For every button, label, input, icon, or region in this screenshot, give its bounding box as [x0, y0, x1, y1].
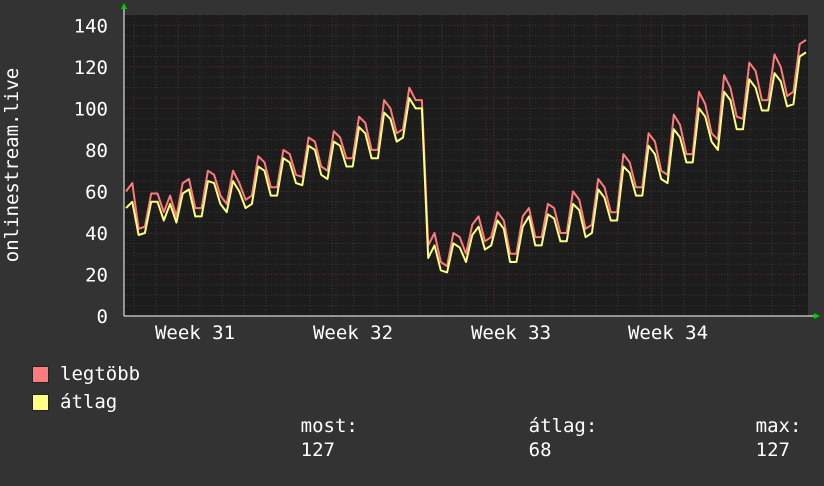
x-axis-arrow — [814, 313, 820, 319]
stat-current-value: 127 — [300, 439, 335, 461]
stat-current: most: 127 — [232, 390, 358, 486]
y-axis-arrow — [121, 3, 127, 9]
plot-area — [124, 15, 808, 316]
x-tick-label: Week 34 — [628, 322, 708, 344]
y-tick-label: 100 — [74, 98, 108, 120]
stat-average: átlag: 68 — [460, 390, 598, 486]
stat-average-value: 68 — [528, 439, 552, 461]
legend-label-max: legtöbb — [60, 363, 141, 385]
chart: 0 20 40 60 80 100 120 140 Week 31 Week 32 Week 33… — [0, 0, 824, 461]
stat-max-label: max: — [755, 415, 802, 437]
stat-max-value: 127 — [755, 439, 790, 461]
x-tick-labels: Week 31 Week 32 Week 33 Week 34 — [155, 322, 708, 344]
x-tick-label: Week 31 — [155, 322, 235, 344]
y-tick-label: 40 — [85, 223, 108, 245]
y-tick-labels: 0 20 40 60 80 100 120 140 — [74, 15, 108, 328]
y-tick-label: 120 — [74, 57, 108, 79]
y-tick-label: 60 — [85, 181, 108, 203]
y-tick-label: 80 — [85, 140, 108, 162]
legend-label-avg: átlag — [60, 391, 118, 413]
x-tick-label: Week 32 — [313, 322, 393, 344]
y-tick-label: 0 — [97, 306, 108, 328]
legend-swatch-max — [32, 366, 49, 383]
y-tick-label: 20 — [85, 264, 108, 286]
y-axis-label: onlinestream.live — [1, 68, 23, 262]
stat-average-label: átlag: — [528, 415, 598, 437]
x-tick-label: Week 33 — [471, 322, 551, 344]
y-tick-label: 140 — [74, 15, 108, 37]
legend-row-avg: átlag most: 127 átlag: 68 max: 127 — [32, 390, 812, 461]
stat-current-label: most: — [300, 415, 358, 437]
stat-max: max: 127 — [687, 390, 802, 486]
legend-swatch-avg — [32, 394, 49, 411]
